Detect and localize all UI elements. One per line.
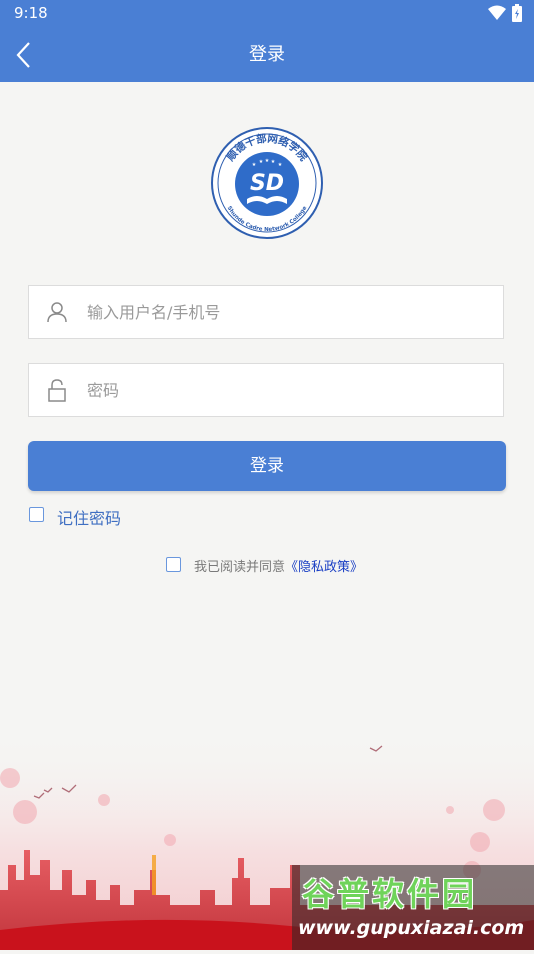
privacy-policy-link[interactable]: 《隐私政策》 — [285, 560, 363, 575]
watermark: 谷普软件园 www.gupuxiazai.com — [292, 865, 534, 950]
privacy-agree-checkbox[interactable] — [166, 557, 181, 572]
password-input[interactable] — [87, 364, 487, 416]
lock-icon — [48, 379, 66, 402]
agree-label: 我已阅读并同意 — [194, 560, 286, 575]
svg-text:★: ★ — [252, 162, 257, 168]
college-logo: 顺德干部网络学院 Shunde Cadre Network College ★ ★… — [210, 126, 324, 240]
remember-password-checkbox[interactable] — [29, 507, 44, 522]
user-icon — [47, 302, 67, 323]
svg-text:★: ★ — [278, 162, 283, 168]
watermark-title: 谷普软件园 — [302, 875, 478, 913]
wifi-icon — [488, 5, 506, 20]
username-input[interactable] — [87, 286, 487, 338]
watermark-url: www.gupuxiazai.com — [298, 917, 525, 939]
svg-text:★: ★ — [271, 159, 276, 165]
battery-icon — [512, 4, 522, 22]
logo-initials: SD — [250, 171, 284, 196]
password-field — [28, 363, 504, 417]
status-icons — [488, 4, 522, 22]
privacy-agree-text: 我已阅读并同意《隐私政策》 — [194, 556, 363, 575]
svg-text:★: ★ — [265, 158, 270, 164]
svg-text:★: ★ — [259, 159, 264, 165]
username-field — [28, 285, 504, 339]
remember-password-label: 记住密码 — [57, 509, 122, 528]
status-time: 9:18 — [14, 4, 48, 22]
page-title: 登录 — [249, 44, 285, 65]
status-bar: 9:18 — [0, 0, 534, 28]
login-button[interactable]: 登录 — [28, 441, 506, 491]
app-bar: 登录 — [0, 28, 534, 82]
